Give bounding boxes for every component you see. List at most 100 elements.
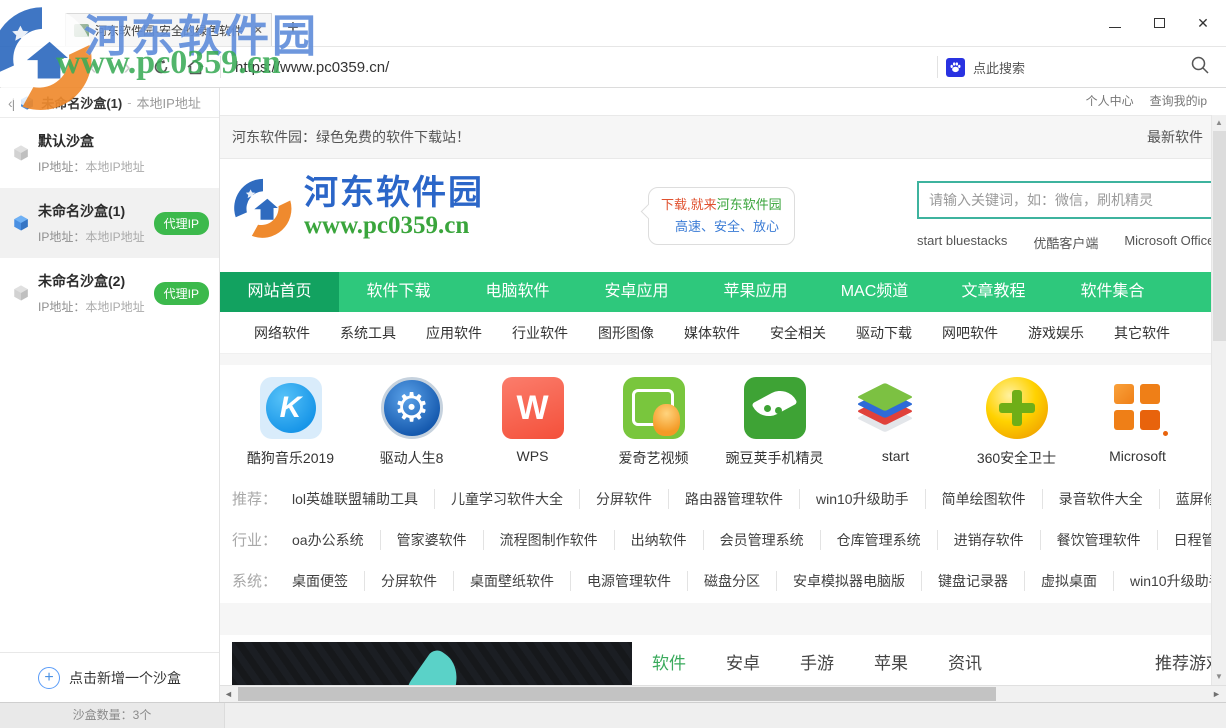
bottom-tab[interactable]: 手游 [800,649,834,674]
main-nav-item[interactable]: 文章教程 [934,272,1053,312]
forward-button[interactable]: › [110,56,144,78]
link-row-label: 行业： [232,529,292,550]
main-nav-item[interactable]: 苹果应用 [696,272,815,312]
close-button[interactable]: ✕ [1188,8,1218,38]
hot-search-link[interactable]: start bluestacks [917,233,1007,252]
app-shortcut[interactable]: start [835,377,956,468]
toolbar-search-button[interactable] [1190,55,1210,80]
app-shortcut[interactable]: 爱奇艺视频 [593,377,714,468]
tag-link[interactable]: 餐饮管理软件 [1057,530,1158,550]
site-logo[interactable]: 河东软件园 www.pc0359.cn [232,175,484,240]
tag-link[interactable]: win10升级助手 [816,489,926,509]
tag-link[interactable]: 虚拟桌面 [1041,571,1114,591]
scroll-up-arrow-icon[interactable]: ▲ [1212,116,1226,130]
tab-close-icon[interactable]: ✕ [253,23,263,37]
browser-tab[interactable]: 河东软件园-安全的绿色软件 ✕ [65,13,272,46]
sub-nav-item[interactable]: 图形图像 [598,312,654,353]
main-nav-item[interactable]: 软件集合 [1053,272,1172,312]
tag-link[interactable]: 安卓模拟器电脑版 [793,571,922,591]
promo-banner-image[interactable] [232,642,632,685]
minimize-button[interactable] [1100,8,1130,38]
tag-link[interactable]: 仓库管理系统 [837,530,938,550]
main-nav-item[interactable]: 电脑软件 [458,272,577,312]
main-nav-item[interactable]: 网站首页 [220,272,339,312]
tag-link[interactable]: 路由器管理软件 [685,489,800,509]
baidu-search-shortcut[interactable]: 点此搜索 [946,58,1025,77]
tag-link[interactable]: 桌面壁纸软件 [470,571,571,591]
tag-link[interactable]: oa办公系统 [292,530,381,550]
hot-search-link[interactable]: Microsoft Office [1124,233,1211,252]
sandbox-sidebar: ‹| 未命名沙盒(1) - 本地IP地址 默认沙盒 IP地址：本地IP地址 [0,88,220,702]
main-nav-item[interactable]: 安卓应用 [577,272,696,312]
sandbox-list-item[interactable]: 未命名沙盒(2) IP地址：本地IP地址 代理IP [0,258,219,328]
app-shortcut[interactable]: K 酷狗音乐2019 [230,377,351,468]
add-sandbox-button[interactable]: + 点击新增一个沙盒 [0,652,219,702]
scroll-down-arrow-icon[interactable]: ▼ [1212,670,1226,684]
scroll-left-arrow-icon[interactable]: ◄ [221,686,236,702]
back-button[interactable]: ‹ [76,56,110,78]
tag-link[interactable]: 流程图制作软件 [500,530,615,550]
bottom-tabs: 软件 安卓 手游 苹果 资讯 [652,649,1152,685]
home-button[interactable] [178,58,212,76]
address-bar[interactable]: https://www.pc0359.cn/ [229,59,929,76]
app-shortcut[interactable]: W WPS [472,377,593,468]
scroll-right-arrow-icon[interactable]: ► [1209,686,1224,702]
bottom-tab[interactable]: 资讯 [948,649,982,674]
tag-link[interactable]: 简单绘图软件 [942,489,1043,509]
tag-link[interactable]: 管家婆软件 [397,530,484,550]
tag-link[interactable]: win10升级助手 [1130,571,1211,591]
sub-nav-item[interactable]: 游戏娱乐 [1028,312,1084,353]
bottom-tab[interactable]: 安卓 [726,649,760,674]
tag-link[interactable]: 录音软件大全 [1059,489,1160,509]
bottom-tab-recommended-games[interactable]: 推荐游戏 [1155,649,1211,685]
hot-search-link[interactable]: 优酷客户端 [1033,233,1098,252]
app-shortcut[interactable]: 360安全卫士 [956,377,1077,468]
tag-link[interactable]: 会员管理系统 [720,530,821,550]
top-link[interactable]: 查询我的ip [1150,94,1207,108]
tag-link[interactable]: 电源管理软件 [587,571,688,591]
tag-link[interactable]: 蓝屏修复工具 [1176,489,1211,509]
sub-nav-item[interactable]: 系统工具 [340,312,396,353]
tag-link[interactable]: 桌面便签 [292,571,365,591]
horizontal-scrollbar-thumb[interactable] [238,687,996,701]
sub-nav-item[interactable]: 行业软件 [512,312,568,353]
tag-link[interactable]: 进销存软件 [954,530,1041,550]
tab-favicon-icon [74,24,89,37]
sandbox-header-sep: - [127,95,131,110]
app-shortcut[interactable]: Microsoft [1077,377,1198,468]
link-row-label: 推荐： [232,488,292,509]
bottom-tab[interactable]: 苹果 [874,649,908,674]
sub-nav-item[interactable]: 媒体软件 [684,312,740,353]
latest-software-link[interactable]: 最新软件 [1147,127,1203,147]
sub-nav-item[interactable]: 其它软件 [1114,312,1170,353]
sub-nav-item[interactable]: 网络软件 [254,312,310,353]
tag-link[interactable]: 出纳软件 [631,530,704,550]
collapse-sidebar-icon[interactable]: ‹| [8,95,14,111]
tag-link[interactable]: 键盘记录器 [938,571,1025,591]
tag-link[interactable]: 儿童学习软件大全 [451,489,580,509]
sandbox-list-item[interactable]: 默认沙盒 IP地址：本地IP地址 [0,118,219,188]
app-shortcut[interactable]: 豌豆荚手机精灵 [714,377,835,468]
main-nav-item[interactable]: MAC频道 [815,272,934,312]
maximize-button[interactable] [1144,8,1174,38]
bottom-tab[interactable]: 软件 [652,649,686,674]
new-tab-button[interactable]: + [280,16,306,42]
sub-nav-item[interactable]: 网吧软件 [942,312,998,353]
sub-nav-item[interactable]: 安全相关 [770,312,826,353]
main-nav-item[interactable]: 软件下载 [339,272,458,312]
tag-link[interactable]: 分屏软件 [596,489,669,509]
horizontal-scrollbar[interactable]: ◄ ► [220,685,1226,702]
sub-nav-item[interactable]: 应用软件 [426,312,482,353]
site-search-input[interactable] [919,183,1211,217]
sub-nav-item[interactable]: 驱动下载 [856,312,912,353]
tag-link[interactable]: 分屏软件 [381,571,454,591]
vertical-scrollbar[interactable]: ▲ ▼ [1211,115,1226,685]
top-link[interactable]: 个人中心 [1086,94,1134,108]
refresh-button[interactable] [144,58,178,76]
tag-link[interactable]: 日程管理 [1174,530,1211,550]
tag-link[interactable]: lol英雄联盟辅助工具 [292,489,435,509]
vertical-scrollbar-thumb[interactable] [1213,131,1226,341]
tag-link[interactable]: 磁盘分区 [704,571,777,591]
app-shortcut[interactable]: ⚙ 驱动人生8 [351,377,472,468]
sandbox-list-item[interactable]: 未命名沙盒(1) IP地址：本地IP地址 代理IP [0,188,219,258]
